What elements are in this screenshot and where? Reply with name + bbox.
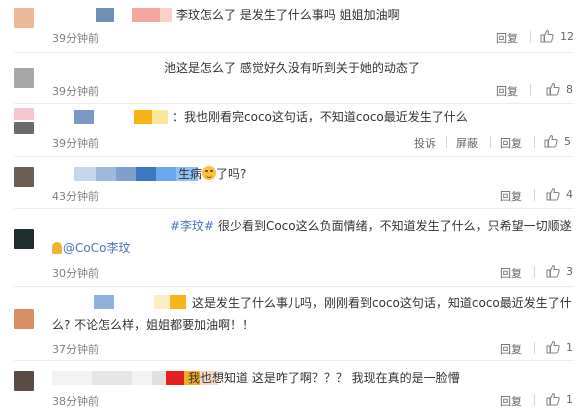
comment-text: 池这是怎么了 感觉好久没有听到关于她的动态了 xyxy=(164,61,420,75)
avatar[interactable] xyxy=(14,122,34,134)
reply-button[interactable]: 回复 xyxy=(500,341,522,357)
avatar[interactable] xyxy=(14,229,34,249)
laugh-emoji-icon xyxy=(202,166,217,180)
avatar[interactable] xyxy=(14,8,34,28)
thumbs-up-icon xyxy=(540,29,554,43)
comment-text: 李玟怎么了 是发生了什么事吗 姐姐加油啊 xyxy=(176,8,400,22)
avatar[interactable] xyxy=(14,108,34,120)
action-divider xyxy=(534,189,535,201)
reply-button[interactable]: 回复 xyxy=(500,135,522,151)
username-mosaic[interactable] xyxy=(74,110,168,124)
reply-button[interactable]: 回复 xyxy=(500,393,522,409)
action-divider xyxy=(530,31,531,43)
block-button[interactable]: 屏蔽 xyxy=(456,135,478,151)
like-button[interactable]: 8 xyxy=(546,82,573,96)
comment-item: 我也想知道 这是咋了啊？？？ 我现在真的是一脸懵 38分钟前 回复 1 xyxy=(0,361,588,415)
comment-text-line2: 么? 不论怎么样，姐姐都要加油啊！！ xyxy=(52,318,255,332)
like-button[interactable]: 12 xyxy=(540,29,574,43)
like-count: 5 xyxy=(564,134,571,148)
comment-item: 池这是怎么了 感觉好久没有听到关于她的动态了 39分钟前 回复 8 xyxy=(0,53,588,101)
comment-text-part: 很少看到Coco这么负面情绪，不知道发生了什么，只希望一切顺遂 xyxy=(217,219,572,233)
like-count: 1 xyxy=(566,392,573,406)
like-count: 8 xyxy=(566,82,573,96)
thumbs-up-icon xyxy=(546,187,560,201)
username-mosaic[interactable] xyxy=(96,8,172,22)
avatar[interactable] xyxy=(14,309,34,329)
comment-text: 生病 了吗? xyxy=(178,165,246,183)
action-divider xyxy=(530,84,531,96)
action-divider xyxy=(534,394,535,406)
thumbs-up-icon xyxy=(546,340,560,354)
action-divider xyxy=(534,136,535,148)
comment-time: 30分钟前 xyxy=(52,267,99,280)
mention-link[interactable]: @CoCo李玟 xyxy=(63,241,130,255)
avatar[interactable] xyxy=(14,68,34,88)
comment-item: #李玟# 很少看到Coco这么负面情绪，不知道发生了什么，只希望一切顺遂 @Co… xyxy=(0,209,588,285)
report-button[interactable]: 投诉 xyxy=(414,135,436,151)
topic-link[interactable]: #李玟# xyxy=(170,219,214,233)
reply-button[interactable]: 回复 xyxy=(500,265,522,281)
like-count: 12 xyxy=(560,29,574,43)
like-button[interactable]: 1 xyxy=(546,340,573,354)
comment-time: 39分钟前 xyxy=(52,85,99,98)
reply-button[interactable]: 回复 xyxy=(496,83,518,99)
reply-button[interactable]: 回复 xyxy=(500,188,522,204)
action-divider xyxy=(534,342,535,354)
avatar[interactable] xyxy=(14,371,34,391)
comment-text-line2: @CoCo李玟 xyxy=(52,239,130,257)
like-count: 3 xyxy=(566,264,573,278)
action-divider xyxy=(534,266,535,278)
comment-item: 李玟怎么了 是发生了什么事吗 姐姐加油啊 39分钟前 回复 12 xyxy=(0,0,588,52)
like-button[interactable]: 1 xyxy=(546,392,573,406)
avatar[interactable] xyxy=(14,167,34,187)
thumbs-up-icon xyxy=(546,82,560,96)
action-divider xyxy=(446,136,447,148)
like-button[interactable]: 5 xyxy=(544,134,571,148)
action-divider xyxy=(490,136,491,148)
comment-time: 38分钟前 xyxy=(52,395,99,408)
like-button[interactable]: 4 xyxy=(546,187,573,201)
thumbs-up-icon xyxy=(544,134,558,148)
comment-text-part: 了吗? xyxy=(216,167,247,181)
pray-emoji-icon xyxy=(52,242,62,254)
comment-time: 39分钟前 xyxy=(52,137,99,150)
like-count: 4 xyxy=(566,187,573,201)
comment-text-part: 生病 xyxy=(178,167,203,181)
comment-text: 我也想知道 这是咋了啊？？？ 我现在真的是一脸懵 xyxy=(188,371,460,385)
like-count: 1 xyxy=(566,340,573,354)
comment-text: ：我也刚看完coco这句话，不知道coco最近发生了什么 xyxy=(172,110,468,124)
thumbs-up-icon xyxy=(546,264,560,278)
like-button[interactable]: 3 xyxy=(546,264,573,278)
comment-item: 这是发生了什么事儿吗，刚刚看到coco这句话，知道coco最近发生了什 么? 不… xyxy=(0,287,588,359)
comment-item: ：我也刚看完coco这句话，不知道coco最近发生了什么 39分钟前 投诉 屏蔽… xyxy=(0,104,588,154)
comment-time: 39分钟前 xyxy=(52,32,99,45)
comment-text: #李玟# 很少看到Coco这么负面情绪，不知道发生了什么，只希望一切顺遂 xyxy=(170,217,572,235)
comment-time: 37分钟前 xyxy=(52,343,99,356)
comment-item: 生病 了吗? 43分钟前 回复 4 xyxy=(0,157,588,207)
comment-time: 43分钟前 xyxy=(52,190,99,203)
username-mosaic[interactable] xyxy=(94,295,186,309)
comment-text: 这是发生了什么事儿吗，刚刚看到coco这句话，知道coco最近发生了什 xyxy=(192,296,572,310)
thumbs-up-icon xyxy=(546,392,560,406)
reply-button[interactable]: 回复 xyxy=(496,30,518,46)
